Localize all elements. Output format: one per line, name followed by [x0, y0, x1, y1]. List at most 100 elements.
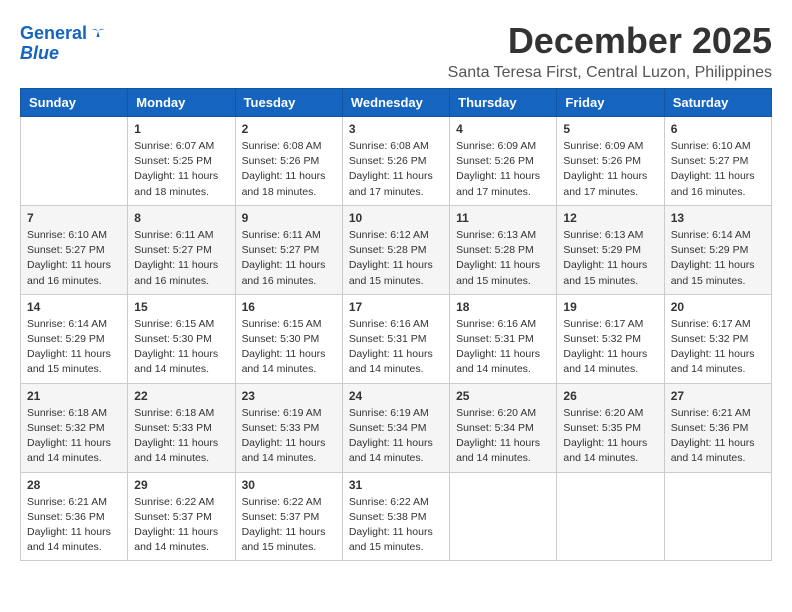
calendar-cell: 14 Sunrise: 6:14 AMSunset: 5:29 PMDayligh… [21, 294, 128, 383]
day-number: 23 [242, 389, 336, 403]
day-number: 28 [27, 478, 121, 492]
day-info: Sunrise: 6:18 AMSunset: 5:33 PMDaylight:… [134, 406, 228, 467]
calendar-cell: 18 Sunrise: 6:16 AMSunset: 5:31 PMDayligh… [450, 294, 557, 383]
day-info: Sunrise: 6:13 AMSunset: 5:28 PMDaylight:… [456, 228, 550, 289]
day-number: 9 [242, 211, 336, 225]
calendar-cell: 6 Sunrise: 6:10 AMSunset: 5:27 PMDaylight… [664, 117, 771, 206]
day-number: 21 [27, 389, 121, 403]
day-number: 26 [563, 389, 657, 403]
day-number: 13 [671, 211, 765, 225]
calendar-cell: 19 Sunrise: 6:17 AMSunset: 5:32 PMDayligh… [557, 294, 664, 383]
day-info: Sunrise: 6:16 AMSunset: 5:31 PMDaylight:… [349, 317, 443, 378]
day-info: Sunrise: 6:07 AMSunset: 5:25 PMDaylight:… [134, 139, 228, 200]
day-number: 6 [671, 122, 765, 136]
day-number: 2 [242, 122, 336, 136]
page-header: General Blue December 2025 Santa Teresa … [20, 20, 772, 82]
logo-text-line2: Blue [20, 44, 59, 64]
day-number: 10 [349, 211, 443, 225]
calendar-cell: 13 Sunrise: 6:14 AMSunset: 5:29 PMDayligh… [664, 205, 771, 294]
day-info: Sunrise: 6:22 AMSunset: 5:38 PMDaylight:… [349, 495, 443, 556]
calendar-cell: 11 Sunrise: 6:13 AMSunset: 5:28 PMDayligh… [450, 205, 557, 294]
calendar-cell: 2 Sunrise: 6:08 AMSunset: 5:26 PMDaylight… [235, 117, 342, 206]
calendar-cell: 12Sunrise: 6:13 AMSunset: 5:29 PMDayligh… [557, 205, 664, 294]
calendar-cell: 8Sunrise: 6:11 AMSunset: 5:27 PMDaylight… [128, 205, 235, 294]
day-number: 19 [563, 300, 657, 314]
calendar-cell: 1 Sunrise: 6:07 AMSunset: 5:25 PMDaylight… [128, 117, 235, 206]
calendar-cell: 16 Sunrise: 6:15 AMSunset: 5:30 PMDayligh… [235, 294, 342, 383]
day-info: Sunrise: 6:08 AMSunset: 5:26 PMDaylight:… [349, 139, 443, 200]
title-block: December 2025 Santa Teresa First, Centra… [448, 20, 772, 82]
day-info: Sunrise: 6:09 AMSunset: 5:26 PMDaylight:… [563, 139, 657, 200]
day-info: Sunrise: 6:22 AMSunset: 5:37 PMDaylight:… [242, 495, 336, 556]
calendar-week-row: 21 Sunrise: 6:18 AMSunset: 5:32 PMDayligh… [21, 383, 772, 472]
calendar-cell [557, 472, 664, 561]
calendar-cell: 24 Sunrise: 6:19 AMSunset: 5:34 PMDayligh… [342, 383, 449, 472]
calendar-week-row: 28Sunrise: 6:21 AMSunset: 5:36 PMDayligh… [21, 472, 772, 561]
day-info: Sunrise: 6:09 AMSunset: 5:26 PMDaylight:… [456, 139, 550, 200]
day-info: Sunrise: 6:21 AMSunset: 5:36 PMDaylight:… [671, 406, 765, 467]
day-number: 18 [456, 300, 550, 314]
col-sunday: Sunday [21, 89, 128, 117]
day-number: 3 [349, 122, 443, 136]
calendar-cell: 29 Sunrise: 6:22 AMSunset: 5:37 PMDayligh… [128, 472, 235, 561]
logo-text-line1: General [20, 24, 87, 44]
day-info: Sunrise: 6:15 AMSunset: 5:30 PMDaylight:… [242, 317, 336, 378]
calendar-cell: 7Sunrise: 6:10 AMSunset: 5:27 PMDaylight… [21, 205, 128, 294]
day-info: Sunrise: 6:20 AMSunset: 5:34 PMDaylight:… [456, 406, 550, 467]
calendar-cell: 23 Sunrise: 6:19 AMSunset: 5:33 PMDayligh… [235, 383, 342, 472]
day-info: Sunrise: 6:12 AMSunset: 5:28 PMDaylight:… [349, 228, 443, 289]
day-number: 29 [134, 478, 228, 492]
calendar-cell: 15Sunrise: 6:15 AMSunset: 5:30 PMDayligh… [128, 294, 235, 383]
day-number: 4 [456, 122, 550, 136]
day-info: Sunrise: 6:14 AMSunset: 5:29 PMDaylight:… [671, 228, 765, 289]
calendar-cell: 5 Sunrise: 6:09 AMSunset: 5:26 PMDaylight… [557, 117, 664, 206]
day-number: 12 [563, 211, 657, 225]
calendar-cell: 4 Sunrise: 6:09 AMSunset: 5:26 PMDaylight… [450, 117, 557, 206]
calendar-cell: 31 Sunrise: 6:22 AMSunset: 5:38 PMDayligh… [342, 472, 449, 561]
day-number: 16 [242, 300, 336, 314]
col-wednesday: Wednesday [342, 89, 449, 117]
day-info: Sunrise: 6:15 AMSunset: 5:30 PMDaylight:… [134, 317, 228, 378]
calendar-week-row: 7Sunrise: 6:10 AMSunset: 5:27 PMDaylight… [21, 205, 772, 294]
day-info: Sunrise: 6:19 AMSunset: 5:34 PMDaylight:… [349, 406, 443, 467]
day-info: Sunrise: 6:11 AMSunset: 5:27 PMDaylight:… [242, 228, 336, 289]
col-tuesday: Tuesday [235, 89, 342, 117]
day-info: Sunrise: 6:14 AMSunset: 5:29 PMDaylight:… [27, 317, 121, 378]
calendar-cell: 9 Sunrise: 6:11 AMSunset: 5:27 PMDaylight… [235, 205, 342, 294]
day-number: 5 [563, 122, 657, 136]
calendar-cell: 22Sunrise: 6:18 AMSunset: 5:33 PMDayligh… [128, 383, 235, 472]
day-info: Sunrise: 6:17 AMSunset: 5:32 PMDaylight:… [671, 317, 765, 378]
day-number: 14 [27, 300, 121, 314]
day-info: Sunrise: 6:08 AMSunset: 5:26 PMDaylight:… [242, 139, 336, 200]
calendar-cell: 27Sunrise: 6:21 AMSunset: 5:36 PMDayligh… [664, 383, 771, 472]
day-info: Sunrise: 6:18 AMSunset: 5:32 PMDaylight:… [27, 406, 121, 467]
day-info: Sunrise: 6:20 AMSunset: 5:35 PMDaylight:… [563, 406, 657, 467]
calendar-cell [21, 117, 128, 206]
day-number: 1 [134, 122, 228, 136]
day-number: 20 [671, 300, 765, 314]
logo: General Blue [20, 24, 107, 64]
day-number: 17 [349, 300, 443, 314]
header-row: Sunday Monday Tuesday Wednesday Thursday… [21, 89, 772, 117]
col-saturday: Saturday [664, 89, 771, 117]
day-number: 7 [27, 211, 121, 225]
calendar-cell [664, 472, 771, 561]
day-number: 8 [134, 211, 228, 225]
calendar-week-row: 14 Sunrise: 6:14 AMSunset: 5:29 PMDayligh… [21, 294, 772, 383]
day-info: Sunrise: 6:22 AMSunset: 5:37 PMDaylight:… [134, 495, 228, 556]
day-number: 11 [456, 211, 550, 225]
calendar-cell: 10 Sunrise: 6:12 AMSunset: 5:28 PMDayligh… [342, 205, 449, 294]
calendar-cell: 25 Sunrise: 6:20 AMSunset: 5:34 PMDayligh… [450, 383, 557, 472]
day-info: Sunrise: 6:10 AMSunset: 5:27 PMDaylight:… [671, 139, 765, 200]
day-number: 31 [349, 478, 443, 492]
day-info: Sunrise: 6:17 AMSunset: 5:32 PMDaylight:… [563, 317, 657, 378]
calendar-cell: 30Sunrise: 6:22 AMSunset: 5:37 PMDayligh… [235, 472, 342, 561]
day-number: 24 [349, 389, 443, 403]
calendar-cell: 3 Sunrise: 6:08 AMSunset: 5:26 PMDaylight… [342, 117, 449, 206]
calendar-cell: 17 Sunrise: 6:16 AMSunset: 5:31 PMDayligh… [342, 294, 449, 383]
calendar-cell: 28Sunrise: 6:21 AMSunset: 5:36 PMDayligh… [21, 472, 128, 561]
day-info: Sunrise: 6:16 AMSunset: 5:31 PMDaylight:… [456, 317, 550, 378]
day-info: Sunrise: 6:19 AMSunset: 5:33 PMDaylight:… [242, 406, 336, 467]
day-number: 25 [456, 389, 550, 403]
calendar-cell: 20 Sunrise: 6:17 AMSunset: 5:32 PMDayligh… [664, 294, 771, 383]
